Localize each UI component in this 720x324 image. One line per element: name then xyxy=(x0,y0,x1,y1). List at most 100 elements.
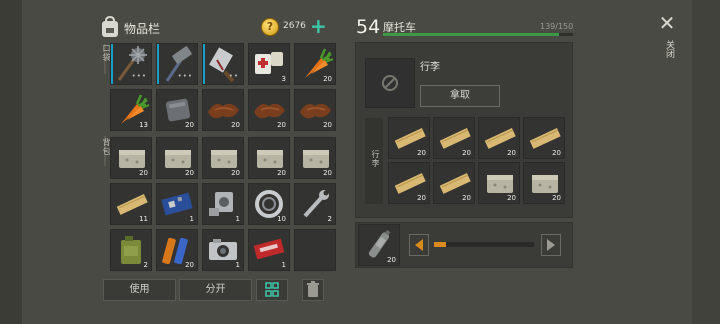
item-count: 2 xyxy=(327,215,332,223)
luggage-side-label: 行李 xyxy=(371,150,380,168)
backpack-slot[interactable]: 1 xyxy=(202,183,244,225)
fuel-slider-fill xyxy=(434,242,446,247)
add-coins-button[interactable]: + xyxy=(310,16,327,36)
fuel-slider[interactable] xyxy=(434,242,534,247)
quick-slot[interactable]: 3 xyxy=(248,43,290,85)
backpack-slot[interactable]: 20 xyxy=(156,229,198,271)
backpack-slot[interactable]: 11 xyxy=(110,183,152,225)
backpack-slot[interactable]: 1 xyxy=(202,229,244,271)
right-edge xyxy=(692,0,720,324)
use-button[interactable]: 使用 xyxy=(103,279,176,301)
luggage-slots-grid: 20 20 20 20 20 20 20 20 xyxy=(388,117,565,204)
quick-slot[interactable]: 20 xyxy=(248,89,290,131)
item-count: 20 xyxy=(231,121,240,129)
backpack-slot[interactable] xyxy=(294,229,336,271)
item-count: 20 xyxy=(417,149,426,157)
backpack-slot[interactable]: 20 xyxy=(156,137,198,179)
quick-slot[interactable]: 20 xyxy=(202,89,244,131)
backpack-slot[interactable]: 20 xyxy=(248,137,290,179)
arrow-left-icon xyxy=(415,239,423,251)
durability-dots: ••• xyxy=(131,72,147,80)
item-count: 20 xyxy=(462,194,471,202)
trash-button[interactable] xyxy=(302,279,324,301)
close-button[interactable]: ✕ xyxy=(656,12,678,34)
arrow-right-icon xyxy=(547,239,555,251)
locked-slot xyxy=(365,58,415,108)
quick-slot[interactable]: 20 xyxy=(156,89,198,131)
item-count: 20 xyxy=(185,169,194,177)
backpack-slot[interactable]: 20 xyxy=(202,137,244,179)
grid-icon xyxy=(265,282,279,297)
backpack-icon xyxy=(100,16,120,38)
item-count: 20 xyxy=(231,169,240,177)
backpack-slot[interactable]: 2 xyxy=(294,183,336,225)
inventory-header: 物品栏 ? 2676 + xyxy=(100,16,330,42)
luggage-slot[interactable]: 20 xyxy=(478,117,520,159)
vehicle-hp-fill xyxy=(383,33,560,36)
item-count: 20 xyxy=(185,121,194,129)
luggage-slot[interactable]: 20 xyxy=(523,117,565,159)
vehicle-hp-text: 139/150 xyxy=(540,22,574,31)
item-count: 20 xyxy=(552,149,561,157)
coin-icon: ? xyxy=(261,18,279,36)
sort-button[interactable] xyxy=(256,279,288,301)
quick-slot[interactable]: 20 xyxy=(294,89,336,131)
quick-slot[interactable]: 13 xyxy=(110,89,152,131)
item-count: 20 xyxy=(277,121,286,129)
backpack-slot[interactable]: 20 xyxy=(294,137,336,179)
durability-bar xyxy=(157,44,159,84)
prohibited-icon xyxy=(382,75,398,91)
fuel-count: 20 xyxy=(387,256,396,264)
item-count: 20 xyxy=(139,169,148,177)
quick-slot[interactable]: ••• xyxy=(110,43,152,85)
vehicle-level: 54 xyxy=(356,16,381,38)
luggage-title: 行李 xyxy=(420,62,440,73)
luggage-slot[interactable]: 20 xyxy=(433,117,475,159)
item-count: 20 xyxy=(462,149,471,157)
item-count: 20 xyxy=(552,194,561,202)
luggage-slot[interactable]: 20 xyxy=(388,162,430,204)
inventory-title: 物品栏 xyxy=(124,22,161,36)
split-button[interactable]: 分开 xyxy=(179,279,252,301)
item-count: 13 xyxy=(139,121,148,129)
item-count: 2 xyxy=(143,261,148,269)
quick-slot[interactable]: •• xyxy=(202,43,244,85)
backpack-slot[interactable]: 1 xyxy=(156,183,198,225)
backpack-slot[interactable]: 20 xyxy=(110,137,152,179)
item-count: 20 xyxy=(507,149,516,157)
durability-bar xyxy=(111,44,113,84)
backpack-slot[interactable]: 10 xyxy=(248,183,290,225)
left-edge xyxy=(0,0,22,324)
durability-dots: ••• xyxy=(177,72,193,80)
fuel-decrease-button[interactable] xyxy=(409,234,429,256)
item-count: 11 xyxy=(139,215,148,223)
trash-icon xyxy=(307,281,319,297)
luggage-slot[interactable]: 20 xyxy=(478,162,520,204)
luggage-slot[interactable]: 20 xyxy=(433,162,475,204)
item-count: 20 xyxy=(323,169,332,177)
fuel-slot[interactable]: 20 xyxy=(358,224,400,266)
fuel-increase-button[interactable] xyxy=(541,234,561,256)
item-count: 10 xyxy=(277,215,286,223)
item-count: 1 xyxy=(235,261,240,269)
item-count: 1 xyxy=(281,261,286,269)
luggage-slot[interactable]: 20 xyxy=(523,162,565,204)
quick-slots-grid: ••• ••• •• 3 20 13 20 20 20 20 xyxy=(110,43,336,131)
durability-dots: •• xyxy=(228,72,239,80)
quick-slot[interactable]: 20 xyxy=(294,43,336,85)
luggage-slot[interactable]: 20 xyxy=(388,117,430,159)
backpack-slots-grid: 20 20 20 20 20 11 1 1 10 2 2 20 1 1 xyxy=(110,137,336,271)
close-label: 关闭 xyxy=(664,40,674,58)
quick-slot[interactable]: ••• xyxy=(156,43,198,85)
item-count: 1 xyxy=(189,215,194,223)
item-count: 20 xyxy=(323,75,332,83)
coin-count: 2676 xyxy=(283,21,306,31)
backpack-slot[interactable]: 2 xyxy=(110,229,152,271)
item-count: 20 xyxy=(507,194,516,202)
item-count: 1 xyxy=(235,215,240,223)
durability-bar xyxy=(203,44,205,84)
take-button[interactable]: 拿取 xyxy=(420,85,500,107)
backpack-slot[interactable]: 1 xyxy=(248,229,290,271)
item-count: 20 xyxy=(277,169,286,177)
item-count: 3 xyxy=(281,75,286,83)
